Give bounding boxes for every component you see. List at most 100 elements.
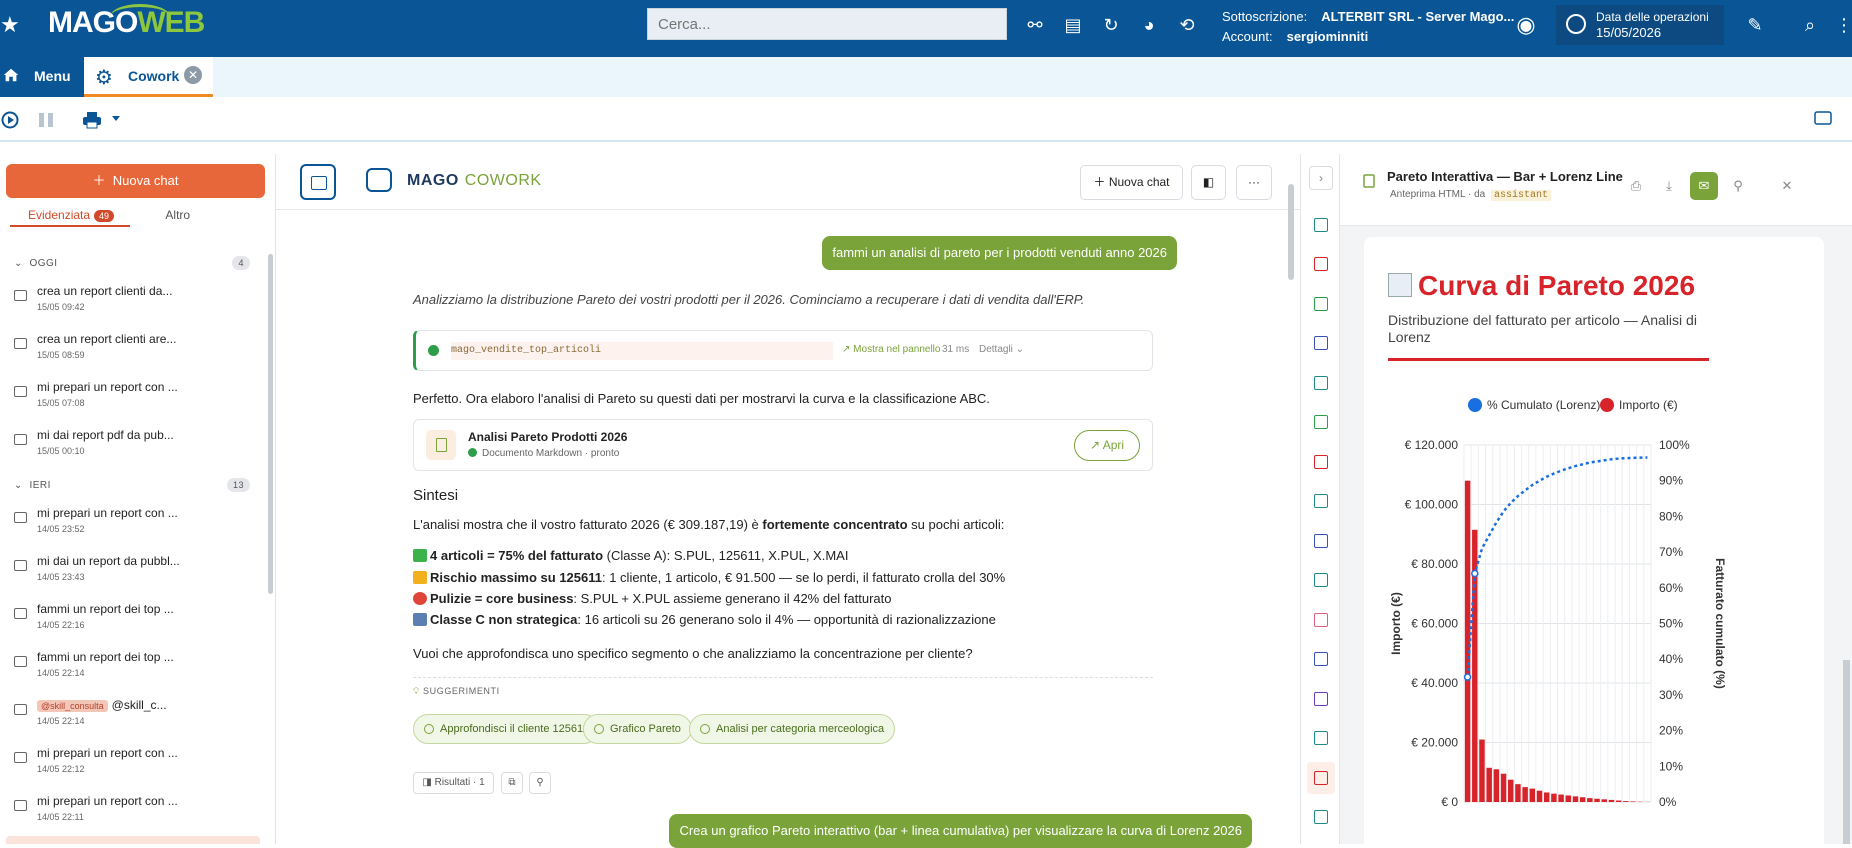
panel-toggle-button[interactable]: ◧ <box>1191 165 1226 200</box>
suggestion-chip[interactable]: Analisi per categoria merceologica <box>689 714 895 744</box>
document-card[interactable]: Analisi Pareto Prodotti 2026 Documento M… <box>413 419 1153 471</box>
page-scrollbar[interactable] <box>1843 660 1850 844</box>
y2-tick-label: 100% <box>1659 438 1690 452</box>
list-item[interactable]: crea un report clienti are...15/05 08:59 <box>14 332 250 372</box>
chart-bar <box>1623 801 1628 802</box>
document-title: Analisi Pareto Prodotti 2026 <box>468 430 627 444</box>
y2-tick-label: 20% <box>1659 724 1683 738</box>
close-tab-icon[interactable]: ✕ <box>184 66 202 84</box>
keyboard-icon[interactable] <box>1814 111 1832 125</box>
email-icon[interactable]: ✉ <box>1690 172 1718 200</box>
collapse-rail-icon[interactable]: › <box>1309 166 1333 190</box>
chat-bubble-icon <box>14 512 27 523</box>
list-item[interactable]: fammi un report dei top ...14/05 22:14 <box>14 650 250 690</box>
highlighted-count-badge: 49 <box>94 210 114 222</box>
search-input[interactable] <box>647 8 1007 40</box>
list-item[interactable]: mi prepari un report con ...15/05 07:08 <box>14 380 250 420</box>
palette-icon[interactable]: ◕ <box>1137 13 1161 37</box>
artifact-icon[interactable] <box>1314 731 1328 745</box>
artifact-icon[interactable] <box>1314 376 1328 390</box>
results-button[interactable]: ◨ Risultati · 1 <box>413 772 494 794</box>
list-item[interactable]: fammi un report dei top ...14/05 22:16 <box>14 602 250 642</box>
list-item[interactable]: mi dai un report da pubbl...14/05 23:43 <box>14 554 250 594</box>
download-icon[interactable]: ⤓ <box>1655 172 1683 200</box>
sidebar-scrollbar[interactable] <box>268 254 273 594</box>
new-chat-button[interactable]: ＋ Nuova chat <box>6 164 265 198</box>
tool-call-card[interactable]: mago_vendite_top_articoli ↗ Mostra nel p… <box>413 330 1153 371</box>
open-document-button[interactable]: ↗ Apri <box>1074 430 1140 461</box>
artifact-icon[interactable] <box>1314 415 1328 429</box>
tab-menu[interactable]: Menu <box>0 57 84 97</box>
play-icon[interactable] <box>1 111 19 129</box>
document-status: Documento Markdown · pronto <box>468 448 619 459</box>
chat-scrollbar[interactable] <box>1288 184 1294 280</box>
artifact-icon[interactable] <box>1314 534 1328 548</box>
artifact-icon[interactable] <box>1314 613 1328 627</box>
favorites-star-icon[interactable]: ★ <box>0 12 20 40</box>
pin-icon[interactable]: ⚲ <box>529 772 551 794</box>
magoweb-logo[interactable]: MAGOWEB <box>48 6 204 50</box>
artifact-icon[interactable] <box>1314 257 1328 271</box>
chart-title: Curva di Pareto 2026 <box>1388 270 1695 302</box>
artifact-icon[interactable] <box>1314 652 1328 666</box>
print-icon[interactable]: ⎙ <box>1622 172 1650 200</box>
network-icon[interactable]: ⚯ <box>1023 13 1047 37</box>
chart-bar <box>1551 794 1556 802</box>
tab-other[interactable]: Altro <box>165 208 190 222</box>
copy-icon[interactable]: ⧉ <box>501 772 523 794</box>
list-item[interactable]: crea un report clienti da...15/05 09:42 <box>14 284 250 324</box>
suggestion-chip[interactable]: Approfondisci il cliente 125611 <box>413 714 599 744</box>
section-yesterday[interactable]: ⌄ IERI13 <box>14 480 250 491</box>
toggle-sidebar-button[interactable] <box>300 164 336 200</box>
chevron-down-icon[interactable] <box>111 115 121 123</box>
artifact-icon[interactable] <box>1314 810 1328 824</box>
chart-bar <box>1594 799 1599 802</box>
pause-icon[interactable] <box>37 111 55 129</box>
tool-details-toggle[interactable]: Dettagli ⌄ <box>979 344 1024 355</box>
chat-bubble-icon <box>14 800 27 811</box>
artifact-icon[interactable] <box>1314 336 1328 350</box>
new-chat-header-button[interactable]: ＋ Nuova chat <box>1080 165 1183 200</box>
close-icon[interactable]: ✕ <box>1773 172 1801 200</box>
list-item[interactable]: mi dai report pdf da pub...15/05 00:10 <box>14 428 250 468</box>
suggestion-chip[interactable]: Grafico Pareto <box>583 714 692 744</box>
list-item[interactable]: mi prepari un report con ...14/05 22:12 <box>14 746 250 786</box>
chart-bar <box>1465 481 1470 802</box>
tab-highlighted[interactable]: Evidenziata49 <box>28 208 114 222</box>
list-item[interactable]: @skill_consulta@skill_c...14/05 22:14 <box>14 698 250 738</box>
pareto-chart[interactable]: € 0€ 20.000€ 40.000€ 60.000€ 80.000€ 100… <box>1364 387 1824 844</box>
artifact-icon[interactable] <box>1314 573 1328 587</box>
more-icon[interactable]: ⋮ <box>1835 13 1852 37</box>
print-icon[interactable] <box>82 111 102 129</box>
wrench-icon[interactable]: ✎ <box>1743 13 1767 37</box>
artifact-icon[interactable] <box>1314 771 1328 785</box>
y2-tick-label: 60% <box>1659 581 1683 595</box>
cumulative-point <box>1472 571 1478 577</box>
chart-down-icon <box>413 613 427 626</box>
chat-bubble-icon <box>14 338 27 349</box>
artifact-icon[interactable] <box>1314 218 1328 232</box>
chart-bar <box>1522 787 1527 802</box>
artifact-icon[interactable] <box>1314 297 1328 311</box>
artifact-icon[interactable] <box>1314 494 1328 508</box>
list-item[interactable]: mi prepari un report con ...14/05 23:52 <box>14 506 250 546</box>
artifact-icon[interactable] <box>1314 455 1328 469</box>
refresh-icon[interactable]: ↻ <box>1099 13 1123 37</box>
chat-bubble-icon <box>14 704 27 715</box>
user-icon[interactable]: ◉ <box>1514 13 1538 37</box>
tab-cowork[interactable]: ⚙ Cowork ✕ <box>84 57 213 97</box>
history-icon[interactable]: ⟲ <box>1175 13 1199 37</box>
account-label: Account: <box>1222 29 1273 44</box>
artifact-icon[interactable] <box>1314 692 1328 706</box>
news-icon[interactable]: ▤ <box>1061 13 1085 37</box>
list-item[interactable]: mi prepari un report con ...14/05 22:11 <box>14 794 250 834</box>
chart-bar <box>1602 799 1607 802</box>
zoom-icon[interactable]: ⌕ <box>1798 13 1822 37</box>
pin-icon[interactable]: ⚲ <box>1724 172 1752 200</box>
operations-date[interactable]: Data delle operazioni 15/05/2026 <box>1556 5 1724 45</box>
show-in-panel-link[interactable]: ↗ Mostra nel pannello <box>842 344 940 355</box>
legend-swatch-cumulative <box>1468 398 1482 412</box>
section-today[interactable]: ⌄ OGGI4 <box>14 258 250 269</box>
document-icon <box>426 430 456 460</box>
more-options-button[interactable]: ··· <box>1236 165 1272 200</box>
